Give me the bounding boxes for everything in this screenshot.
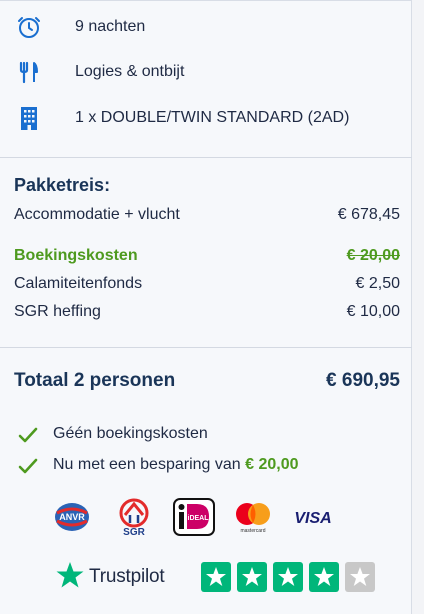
row-value: € 678,45 — [337, 206, 400, 223]
trustpilot-star-box — [201, 562, 231, 592]
feature-label: Logies & ontbijt — [75, 63, 185, 80]
cutlery-icon — [16, 59, 42, 85]
ideal-logo: iDEAL — [172, 497, 216, 537]
top-border — [0, 0, 412, 1]
clock-icon — [16, 14, 42, 40]
anvr-logo: ANVR — [52, 497, 92, 537]
checkmark-icon — [18, 458, 38, 474]
total-value: € 690,95 — [326, 370, 400, 391]
divider — [0, 347, 412, 348]
benefit-text: Géén boekingskosten — [53, 425, 208, 442]
benefit-text: Nu met een besparing van € 20,00 — [53, 456, 299, 473]
row-value: € 2,50 — [355, 275, 400, 292]
divider — [0, 157, 412, 158]
trustpilot-star-box — [309, 562, 339, 592]
svg-text:ANVR: ANVR — [59, 512, 85, 522]
svg-text:mastercard: mastercard — [240, 528, 265, 534]
sgr-logo: SGR — [112, 497, 156, 537]
trustpilot-star-box — [237, 562, 267, 592]
feature-nights: 9 nachten — [0, 12, 412, 42]
trustpilot-star-icon — [56, 562, 84, 588]
savings-amount: € 20,00 — [245, 456, 299, 473]
row-label: SGR heffing — [14, 303, 101, 320]
trustpilot-star-box — [273, 562, 303, 592]
row-value: € 10,00 — [346, 303, 400, 320]
row-label: Calamiteitenfonds — [14, 275, 143, 292]
section-title: Pakketreis: — [14, 175, 111, 195]
total-label: Totaal 2 personen — [14, 370, 176, 391]
visa-logo: VISA — [290, 497, 336, 537]
trust-logos: ANVR SGR iDEAL mastercard VISA — [52, 497, 342, 537]
row-label: Boekingskosten — [14, 247, 138, 264]
svg-text:SGR: SGR — [123, 527, 145, 537]
row-label: Accommodatie + vlucht — [14, 206, 180, 223]
svg-text:iDEAL: iDEAL — [188, 515, 210, 522]
feature-board: Logies & ontbijt — [0, 57, 412, 87]
building-icon — [16, 105, 42, 131]
mastercard-logo: mastercard — [230, 497, 276, 537]
feature-label: 1 x DOUBLE/TWIN STANDARD (2AD) — [75, 109, 350, 126]
trustpilot-star-box — [345, 562, 375, 592]
row-value-strikethrough: € 20,00 — [346, 247, 400, 264]
feature-label: 9 nachten — [75, 18, 146, 35]
price-summary-panel: 9 nachten Logies & ontbijt 1 x DOUBLE/TW… — [0, 0, 412, 614]
trustpilot-rating[interactable]: Trustpilot — [55, 560, 385, 592]
svg-text:VISA: VISA — [294, 510, 331, 527]
trustpilot-label: Trustpilot — [89, 566, 165, 587]
checkmark-icon — [18, 427, 38, 443]
feature-room: 1 x DOUBLE/TWIN STANDARD (2AD) — [0, 103, 412, 133]
